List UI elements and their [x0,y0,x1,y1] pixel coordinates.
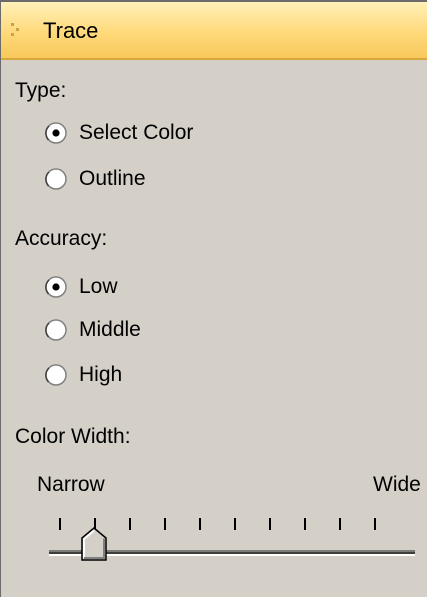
radio-label-high: High [79,363,123,386]
radio-option-high[interactable]: High [45,360,122,390]
radio-label-outline: Outline [79,167,146,190]
radio-option-select-color[interactable]: Select Color [45,118,193,148]
radio-button-icon[interactable] [45,122,67,144]
type-label: Type: [15,79,67,102]
accuracy-label: Accuracy: [15,227,108,250]
radio-option-low[interactable]: Low [45,272,118,302]
slider-min-label: Narrow [37,473,105,496]
slider-tick [164,518,166,530]
radio-option-outline[interactable]: Outline [45,164,146,194]
slider-tick [234,518,236,530]
slider-tick [59,518,61,530]
slider-tick [339,518,341,530]
drag-grip-icon[interactable] [11,23,25,39]
radio-button-icon[interactable] [45,319,67,341]
radio-button-icon[interactable] [45,364,67,386]
panel-titlebar[interactable]: Trace [1,0,427,60]
slider-tick [269,518,271,530]
slider-ticks [59,518,409,532]
radio-button-icon[interactable] [45,276,67,298]
slider-tick [129,518,131,530]
color-width-slider-thumb[interactable] [80,526,108,562]
slider-tick [199,518,201,530]
panel-title: Trace [43,18,99,43]
color-width-label: Color Width: [15,425,131,448]
radio-label-middle: Middle [79,318,141,341]
radio-label-low: Low [79,275,118,298]
trace-panel: Trace Type: Select Color Outline Accurac… [0,0,427,597]
radio-option-middle[interactable]: Middle [45,315,141,345]
slider-tick [374,518,376,530]
radio-button-icon[interactable] [45,168,67,190]
slider-tick [304,518,306,530]
radio-label-select-color: Select Color [79,121,194,144]
slider-max-label: Wide [373,473,421,496]
